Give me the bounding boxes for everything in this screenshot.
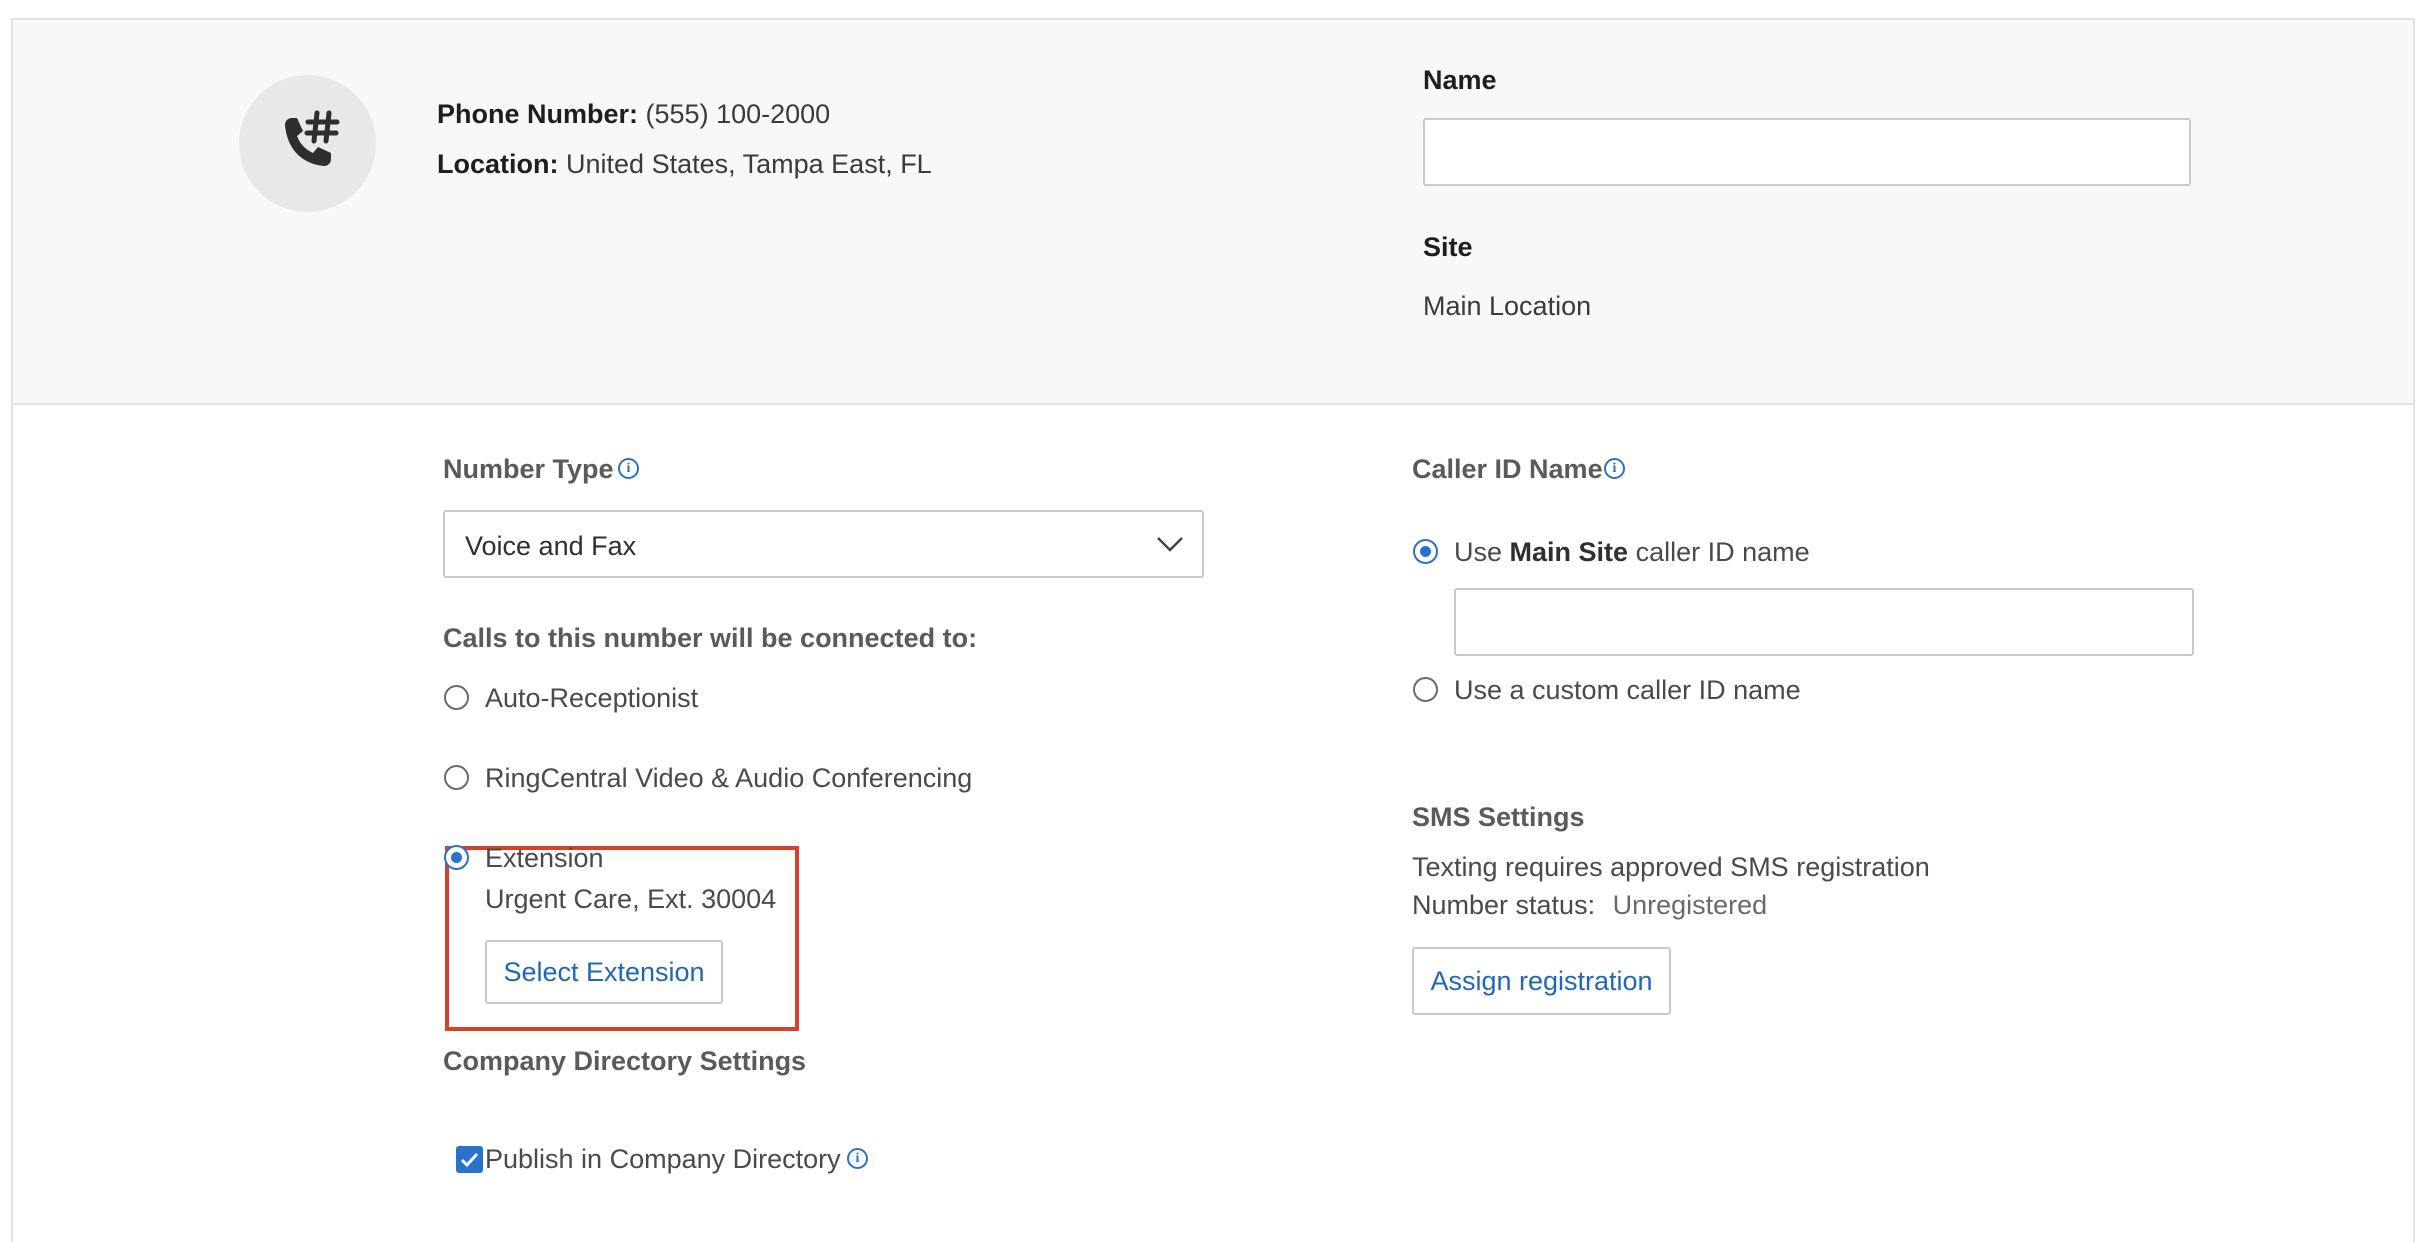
main-site-prefix: Use <box>1454 537 1510 567</box>
main-site-suffix: caller ID name <box>1628 537 1810 567</box>
extension-label[interactable]: Extension <box>485 842 604 874</box>
phone-hash-icon <box>285 110 340 166</box>
name-input[interactable] <box>1425 120 2189 184</box>
site-label: Site <box>1423 232 1473 262</box>
phone-number-avatar <box>239 75 376 212</box>
auto-receptionist-label[interactable]: Auto-Receptionist <box>485 682 698 714</box>
name-field[interactable] <box>1423 118 2191 186</box>
number-type-select[interactable]: Voice and Fax <box>443 510 1204 578</box>
conferencing-label[interactable]: RingCentral Video & Audio Conferencing <box>485 762 972 794</box>
publish-info-icon[interactable]: i <box>847 1148 868 1169</box>
assign-registration-button[interactable]: Assign registration <box>1412 947 1671 1015</box>
extension-detail: Urgent Care, Ext. 30004 <box>485 884 777 914</box>
sms-status-label: Number status: <box>1412 890 1596 920</box>
location-line: Location: United States, Tampa East, FL <box>437 148 932 180</box>
caller-id-input[interactable] <box>1456 590 2192 654</box>
name-label: Name <box>1423 65 1497 95</box>
location-value: United States, Tampa East, FL <box>566 149 932 179</box>
sms-description: Texting requires approved SMS registrati… <box>1412 852 1930 882</box>
page: Phone Number: (555) 100-2000 Location: U… <box>0 0 2426 1242</box>
conferencing-radio[interactable] <box>444 765 469 790</box>
main-site-caller-id-label[interactable]: Use Main Site caller ID name <box>1454 536 1810 568</box>
main-site-caller-id-field[interactable] <box>1454 588 2194 656</box>
publish-label[interactable]: Publish in Company Directory <box>485 1143 841 1175</box>
publish-checkbox[interactable] <box>456 1146 483 1173</box>
info-icon[interactable]: i <box>618 458 639 479</box>
sms-settings-label: SMS Settings <box>1412 802 1585 832</box>
site-value: Main Location <box>1423 291 1592 321</box>
connected-to-label: Calls to this number will be connected t… <box>443 623 978 653</box>
sms-status-line: Number status: Unregistered <box>1412 889 1767 921</box>
custom-caller-id-radio[interactable] <box>1413 677 1438 702</box>
caller-id-label: Caller ID Name <box>1412 454 1603 484</box>
sms-status-value: Unregistered <box>1612 890 1768 920</box>
number-type-label: Number Type <box>443 454 614 484</box>
chevron-down-icon <box>1157 537 1183 552</box>
company-directory-label: Company Directory Settings <box>443 1046 807 1076</box>
select-extension-button[interactable]: Select Extension <box>485 940 723 1004</box>
main-site-bold: Main Site <box>1509 537 1629 567</box>
number-type-selected: Voice and Fax <box>465 531 637 561</box>
caller-id-info-icon[interactable]: i <box>1604 458 1625 479</box>
checkmark-icon <box>460 1152 479 1168</box>
phone-number-details-panel: Phone Number: (555) 100-2000 Location: U… <box>11 18 2415 1242</box>
location-label: Location: <box>437 149 559 179</box>
phone-number-line: Phone Number: (555) 100-2000 <box>437 98 830 130</box>
phone-number-label: Phone Number: <box>437 99 639 129</box>
extension-radio[interactable] <box>444 845 469 870</box>
custom-caller-id-label[interactable]: Use a custom caller ID name <box>1454 674 1801 706</box>
main-site-caller-id-radio[interactable] <box>1413 539 1438 564</box>
phone-number-value: (555) 100-2000 <box>645 99 831 129</box>
auto-receptionist-radio[interactable] <box>444 685 469 710</box>
number-header: Phone Number: (555) 100-2000 Location: U… <box>13 20 2413 405</box>
